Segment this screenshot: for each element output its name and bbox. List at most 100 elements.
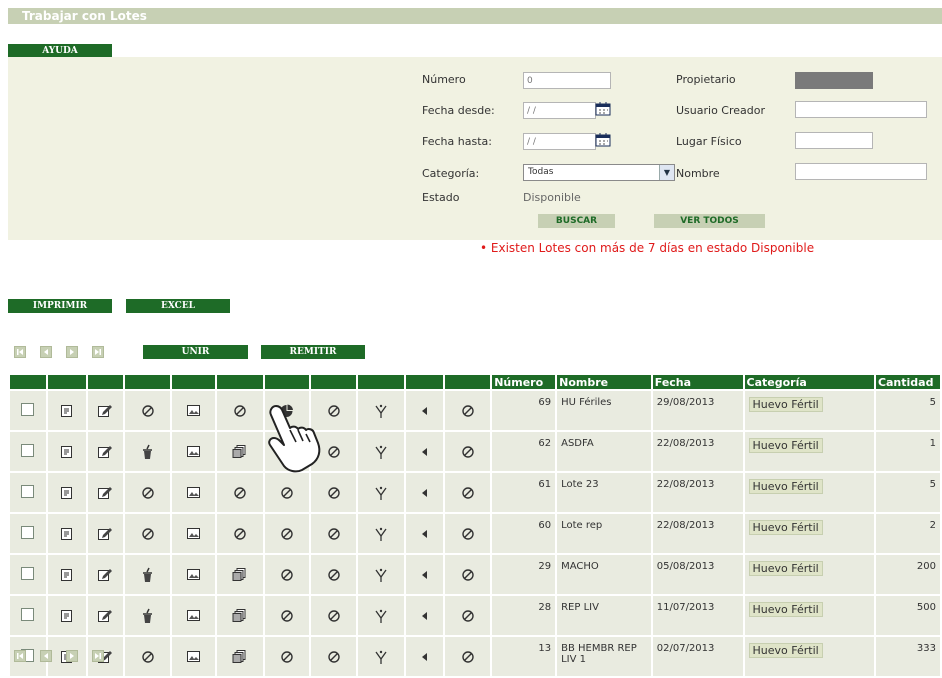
- action-cell[interactable]: [445, 555, 491, 594]
- action-cell[interactable]: [311, 637, 357, 676]
- action-cell[interactable]: [311, 514, 357, 553]
- image-icon[interactable]: [186, 526, 201, 541]
- disabled-icon[interactable]: [461, 650, 475, 664]
- last-page-icon[interactable]: [92, 346, 104, 358]
- action-cell[interactable]: [125, 637, 171, 676]
- action-cell[interactable]: [125, 596, 171, 635]
- funnel-icon[interactable]: [374, 444, 388, 460]
- disabled-icon[interactable]: [280, 650, 294, 664]
- image-icon[interactable]: [186, 649, 201, 664]
- disabled-icon[interactable]: [327, 609, 341, 623]
- funnel-icon[interactable]: [374, 526, 388, 542]
- chevron-down-icon[interactable]: ▼: [659, 165, 674, 180]
- action-cell[interactable]: [264, 555, 310, 594]
- stack-icon[interactable]: [232, 444, 247, 459]
- edit-icon[interactable]: [97, 403, 113, 418]
- action-cell[interactable]: [216, 514, 263, 553]
- disabled-icon[interactable]: [233, 404, 247, 418]
- row-checkbox[interactable]: [21, 402, 35, 416]
- disabled-icon[interactable]: [280, 568, 294, 582]
- header-categoria[interactable]: Categoría: [744, 375, 874, 389]
- action-cell[interactable]: [216, 473, 263, 512]
- action-cell[interactable]: [125, 432, 171, 471]
- funnel-icon[interactable]: [374, 608, 388, 624]
- funnel-icon[interactable]: [374, 485, 388, 501]
- action-cell[interactable]: [216, 555, 263, 594]
- action-cell[interactable]: [87, 391, 124, 430]
- triangle-left-icon[interactable]: [420, 446, 430, 458]
- disabled-icon[interactable]: [327, 527, 341, 541]
- edit-icon[interactable]: [97, 485, 113, 500]
- action-cell[interactable]: [172, 473, 215, 512]
- action-cell[interactable]: [125, 391, 171, 430]
- action-cell[interactable]: [47, 473, 86, 512]
- action-cell[interactable]: [405, 637, 444, 676]
- disabled-icon[interactable]: [461, 445, 475, 459]
- trash-icon[interactable]: [141, 608, 155, 624]
- disabled-icon[interactable]: [141, 486, 155, 500]
- disabled-icon[interactable]: [233, 486, 247, 500]
- action-cell[interactable]: [216, 391, 263, 430]
- triangle-left-icon[interactable]: [420, 651, 430, 663]
- action-cell[interactable]: [172, 596, 215, 635]
- triangle-left-icon[interactable]: [420, 569, 430, 581]
- prev-page-icon[interactable]: [40, 650, 52, 662]
- funnel-icon[interactable]: [374, 567, 388, 583]
- document-icon[interactable]: [60, 527, 73, 541]
- select-cell[interactable]: [10, 514, 46, 553]
- action-cell[interactable]: [405, 391, 444, 430]
- fecha-hasta-input[interactable]: / /: [523, 133, 596, 150]
- ayuda-button[interactable]: AYUDA: [8, 44, 112, 58]
- nombre-input[interactable]: [795, 163, 927, 180]
- action-cell[interactable]: [47, 432, 86, 471]
- action-cell[interactable]: [47, 596, 86, 635]
- document-icon[interactable]: [60, 404, 73, 418]
- action-cell[interactable]: [405, 473, 444, 512]
- disabled-icon[interactable]: [141, 650, 155, 664]
- disabled-icon[interactable]: [461, 486, 475, 500]
- document-icon[interactable]: [60, 445, 73, 459]
- header-numero[interactable]: Número: [492, 375, 556, 389]
- header-nombre[interactable]: Nombre: [557, 375, 651, 389]
- usuario-creador-input[interactable]: [795, 101, 927, 118]
- last-page-icon[interactable]: [92, 650, 104, 662]
- disabled-icon[interactable]: [233, 527, 247, 541]
- action-cell[interactable]: [405, 555, 444, 594]
- action-cell[interactable]: [125, 473, 171, 512]
- select-cell[interactable]: [10, 391, 46, 430]
- action-cell[interactable]: [445, 596, 491, 635]
- first-page-icon[interactable]: [14, 650, 26, 662]
- select-cell[interactable]: [10, 432, 46, 471]
- action-cell[interactable]: [264, 473, 310, 512]
- action-cell[interactable]: [172, 432, 215, 471]
- document-icon[interactable]: [60, 486, 73, 500]
- action-cell[interactable]: [311, 555, 357, 594]
- action-cell[interactable]: [311, 596, 357, 635]
- excel-button[interactable]: EXCEL: [126, 299, 230, 313]
- calendar-icon[interactable]: [595, 132, 612, 147]
- select-cell[interactable]: [10, 473, 46, 512]
- disabled-icon[interactable]: [461, 568, 475, 582]
- action-cell[interactable]: [47, 514, 86, 553]
- disabled-icon[interactable]: [280, 527, 294, 541]
- funnel-icon[interactable]: [374, 403, 388, 419]
- row-checkbox[interactable]: [21, 443, 35, 457]
- action-cell[interactable]: [445, 391, 491, 430]
- trash-icon[interactable]: [141, 444, 155, 460]
- stack-icon[interactable]: [232, 567, 247, 582]
- triangle-left-icon[interactable]: [420, 610, 430, 622]
- action-cell[interactable]: [47, 555, 86, 594]
- propietario-field[interactable]: [795, 72, 873, 89]
- action-cell[interactable]: [172, 391, 215, 430]
- disabled-icon[interactable]: [280, 486, 294, 500]
- stack-icon[interactable]: [232, 608, 247, 623]
- action-cell[interactable]: [445, 473, 491, 512]
- image-icon[interactable]: [186, 608, 201, 623]
- image-icon[interactable]: [186, 567, 201, 582]
- action-cell[interactable]: [358, 637, 404, 676]
- imprimir-button[interactable]: IMPRIMIR: [8, 299, 112, 313]
- action-cell[interactable]: [172, 555, 215, 594]
- document-icon[interactable]: [60, 568, 73, 582]
- triangle-left-icon[interactable]: [420, 528, 430, 540]
- action-cell[interactable]: [172, 514, 215, 553]
